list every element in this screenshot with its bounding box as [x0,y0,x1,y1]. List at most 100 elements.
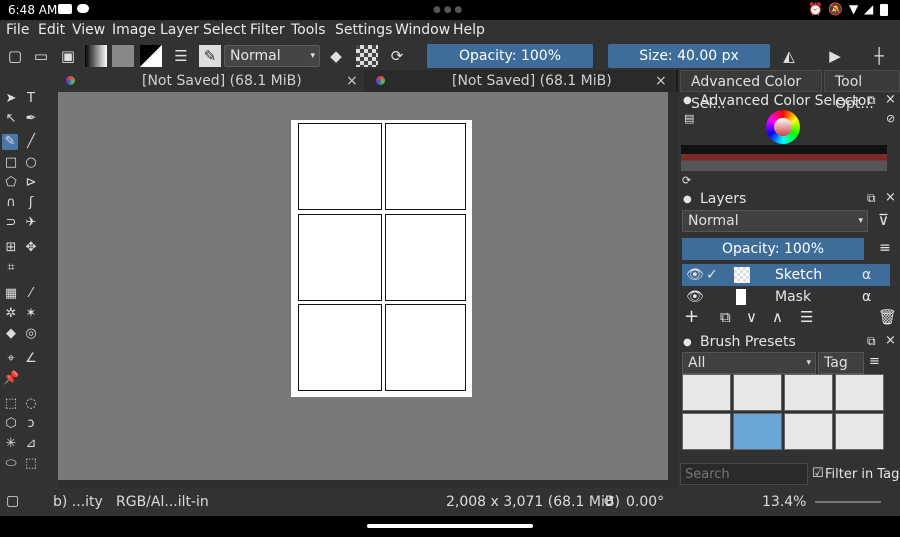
brush-preset[interactable] [784,374,833,411]
menu-filter[interactable]: Filter [250,22,285,38]
visibility-icon[interactable]: 👁 [686,286,704,308]
mirror-horizontal-icon[interactable]: ◭ [778,45,800,67]
document-tab-1[interactable]: [Not Saved] (68.1 MiB) × [58,70,364,92]
ellipse-select-icon[interactable]: ◌ [23,396,39,412]
alpha-lock-icon[interactable]: α [862,264,871,286]
pattern-fill-icon[interactable]: ◎ [23,326,39,342]
no-icon[interactable]: ⊘ [886,112,895,125]
menu-tools[interactable]: Tools [291,22,326,38]
document-tab-2[interactable]: [Not Saved] (68.1 MiB) × [368,70,673,92]
horizontal-scrollbar[interactable] [58,480,678,488]
close-icon[interactable]: × [885,92,896,107]
similar-select-icon[interactable]: ⊿ [23,436,39,452]
fill-tool-icon[interactable]: ◆ [3,326,19,342]
polyline-tool-icon[interactable]: ⊳ [23,175,39,191]
brush-preset[interactable] [784,413,833,450]
layer-row[interactable]: 👁 ✓ Sketch α [682,264,890,286]
tab-tool-options[interactable]: Tool Opt... [824,70,900,112]
filter-in-tag-checkbox[interactable]: ☑ [812,466,824,481]
rectangle-tool-icon[interactable]: □ [3,155,19,171]
brush-preset[interactable] [733,374,782,411]
menu-icon[interactable]: ≡ [879,240,891,256]
menu-settings[interactable]: Settings [335,22,392,38]
brush-search-input[interactable] [680,463,808,485]
tag-button[interactable]: Tag [818,352,864,374]
menu-edit[interactable]: Edit [38,22,65,38]
color-wheel[interactable] [766,110,800,144]
text-tool-icon[interactable]: T [23,91,39,107]
close-icon[interactable]: × [655,70,667,92]
visibility-icon[interactable]: 👁 [686,264,704,286]
reference-images-icon[interactable]: 📌 [3,371,19,387]
wrap-icon[interactable]: ┼ [868,45,890,67]
alpha-lock-icon[interactable] [356,45,378,67]
move-down-icon[interactable]: ∨ [746,308,757,326]
document-page[interactable] [291,120,472,397]
brush-tag-filter-select[interactable]: All ▾ [682,352,816,374]
menu-view[interactable]: View [72,22,105,38]
float-icon[interactable]: ⧉ [867,334,876,349]
freehand-select-icon[interactable]: ↄ [23,416,39,432]
delete-layer-icon[interactable]: 🗑 [878,308,897,326]
freehand-path-icon[interactable]: ʃ [23,195,39,211]
smart-patch-icon[interactable]: ✲ [3,306,19,322]
brush-settings-icon[interactable]: ☰ [170,45,192,67]
calligraphy-icon[interactable]: ✒ [23,111,39,127]
move-tool-icon[interactable]: ✥ [23,240,39,256]
duplicate-layer-icon[interactable]: ⧉ [720,308,731,326]
float-icon[interactable]: ⧉ [867,191,876,206]
crop-tool-icon[interactable]: ⌗ [3,260,19,276]
menu-file[interactable]: File [6,22,29,38]
open-document-icon[interactable]: ▭ [30,45,52,67]
move-up-icon[interactable]: ∧ [772,308,783,326]
color-picker-icon[interactable]: ⁄ [23,286,39,302]
vertical-scrollbar[interactable] [668,92,678,480]
gradient-preset-icon[interactable] [85,45,107,67]
layer-row[interactable]: 👁 Mask α [682,286,890,308]
menu-help[interactable]: Help [453,22,485,38]
layer-properties-icon[interactable]: ☰ [800,308,813,326]
select-shapes-icon[interactable]: ➤ [3,91,19,107]
eraser-icon[interactable]: ◆ [325,45,347,67]
menu-image[interactable]: Image [112,22,156,38]
brush-preset-icon[interactable]: ✎ [199,45,221,67]
ellipse-tool-icon[interactable]: ○ [23,155,39,171]
add-layer-icon[interactable]: + [684,306,699,327]
rect-select-icon[interactable]: ⬚ [3,396,19,412]
menu-icon[interactable]: ≡ [869,354,880,369]
mirror-vertical-icon[interactable]: ▶ [824,45,846,67]
assistant-tool-icon[interactable]: ⌖ [3,351,19,367]
brush-preset[interactable] [682,413,731,450]
pattern-preset-icon[interactable] [112,45,134,67]
edit-shapes-icon[interactable]: ↖ [3,111,19,127]
layer-opacity-slider[interactable]: Opacity: 100% [682,238,864,260]
rotation-icon[interactable]: ↺ [603,494,615,510]
close-icon[interactable]: × [885,190,896,205]
new-document-icon[interactable]: ▢ [4,45,26,67]
color-history-bar[interactable] [681,145,887,171]
bezier-select-icon[interactable]: ⬭ [3,456,19,472]
brush-preset[interactable] [835,374,884,411]
dynamic-brush-icon[interactable]: ⊃ [3,215,19,231]
filter-icon[interactable]: ⊽ [878,211,889,229]
save-icon[interactable]: ▣ [57,45,79,67]
menu-select[interactable]: Select [203,22,246,38]
polygon-tool-icon[interactable]: ⬠ [3,175,19,191]
freehand-brush-icon[interactable]: ✎ [2,134,18,150]
brush-preset[interactable] [835,413,884,450]
multibrush-icon[interactable]: ✈ [23,215,39,231]
settings-icon[interactable]: ▤ [684,112,694,125]
contiguous-select-icon[interactable]: ✳ [3,436,19,452]
zoom-slider[interactable] [815,501,881,503]
home-gesture-bar[interactable] [367,524,533,528]
colorize-mask-icon[interactable]: ✶ [23,306,39,322]
selection-icon[interactable]: ▢ [6,493,19,509]
blend-mode-select[interactable]: Normal ▾ [224,45,320,67]
opacity-slider[interactable]: Opacity: 100% [427,44,593,68]
polygon-select-icon[interactable]: ⬡ [3,416,19,432]
bezier-tool-icon[interactable]: ∩ [3,195,19,211]
gradient-tool-icon[interactable]: ▦ [3,286,19,302]
fg-bg-color-icon[interactable] [140,45,162,67]
close-icon[interactable]: × [885,333,896,348]
brush-preset[interactable] [733,413,782,450]
